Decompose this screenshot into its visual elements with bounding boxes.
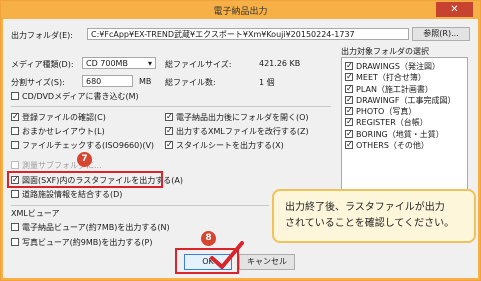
total-size-label: 総ファイルサイズ: — [165, 60, 232, 69]
checkbox-box — [345, 71, 353, 83]
step-badge-7: 7 — [77, 152, 92, 167]
checkbox-box — [11, 127, 19, 135]
confirm-files-checkbox[interactable]: 登録ファイルの確認(C) — [11, 111, 106, 123]
checkbox-box — [345, 105, 353, 116]
split-size-input[interactable]: 680 — [82, 75, 133, 87]
file-count-value: 1 個 — [259, 78, 275, 87]
stylesheet-checkbox[interactable]: スタイルシートを出力する(X) — [165, 139, 284, 151]
checkbox-box — [345, 83, 353, 94]
media-type-label: メディア種類(D): — [11, 60, 74, 69]
checkbox-box — [345, 139, 353, 150]
checkbox-box — [345, 60, 353, 71]
xml-newline-checkbox[interactable]: 出力するXMLファイルを改行する(Z) — [165, 125, 309, 137]
output-folder-label: 出力フォルダ(E): — [11, 31, 73, 40]
direct-write-checkbox[interactable]: CD/DVDメディアに書き込む(M) — [11, 91, 139, 102]
output-folder-input[interactable]: C:¥FcApp¥EX-TREND武蔵¥エクスポート¥Xm¥Kouji¥2015… — [87, 28, 409, 40]
checkbox-box — [11, 92, 19, 100]
close-icon: ✕ — [450, 4, 459, 15]
divider — [11, 106, 331, 107]
road-info-checkbox[interactable]: 道路施設情報を結合する(D) — [11, 189, 122, 200]
folder-item-boring[interactable]: BORING（地質・土質） — [342, 128, 467, 140]
checkbox-box — [165, 139, 173, 150]
electronic-viewer-checkbox[interactable]: 電子納品ビューア(約7MB)を出力する(N) — [11, 222, 170, 233]
checkbox-box — [11, 223, 19, 231]
checkbox-box — [11, 190, 19, 198]
checkbox-box — [11, 238, 19, 246]
auto-layout-checkbox[interactable]: おまかせレイアウト(L) — [11, 126, 105, 137]
folder-select-list: DRAWINGS（発注図） MEET（打合せ簿） PLAN（施工計画書） DRA… — [341, 57, 468, 195]
checkbox-box — [11, 161, 19, 169]
media-type-select[interactable]: CD 700MB ▾ — [82, 57, 156, 69]
chevron-down-icon: ▾ — [147, 59, 152, 68]
folder-item-photo[interactable]: PHOTO（写真） — [342, 105, 467, 117]
checkmark-icon — [210, 241, 244, 269]
browse-button[interactable]: 参照(R)... — [412, 27, 470, 41]
callout-line-2: されていることを確認してください。 — [285, 218, 455, 229]
divider — [11, 205, 269, 206]
folder-select-label: 出力対象フォルダの選択 — [341, 47, 429, 56]
checkbox-box — [345, 128, 353, 139]
checkbox-box — [165, 125, 173, 136]
open-folder-checkbox[interactable]: 電子納品出力後にフォルダを開く(O) — [165, 111, 309, 123]
title-bar: 電子納品出力 ✕ — [1, 1, 480, 19]
checkbox-box — [345, 116, 353, 128]
file-count-label: 総ファイル数: — [165, 78, 216, 87]
folder-item-others[interactable]: OTHERS（その他） — [342, 139, 467, 151]
folder-item-drawings[interactable]: DRAWINGS（発注図） — [342, 60, 467, 72]
checkbox-box — [165, 111, 173, 122]
photo-viewer-checkbox[interactable]: 写真ビューア(約9MB)を出力する(P) — [11, 237, 152, 248]
total-size-value: 421.26 KB — [259, 59, 301, 68]
xml-viewer-group-label: XMLビューア — [11, 209, 60, 218]
split-size-unit: MB — [139, 77, 152, 86]
callout-line-1: 出力終了後、ラスタファイルが出力 — [285, 202, 445, 213]
window-title: 電子納品出力 — [213, 7, 268, 17]
split-size-label: 分割サイズ(S): — [11, 78, 65, 87]
media-type-value: CD 700MB — [86, 59, 128, 68]
folder-item-plan[interactable]: PLAN（施工計画書） — [342, 83, 467, 95]
cancel-button[interactable]: キャンセル — [239, 254, 295, 270]
instruction-callout: 出力終了後、ラスタファイルが出力 されていることを確認してください。 — [272, 189, 476, 243]
checkbox-box — [11, 111, 19, 122]
folder-item-drawingf[interactable]: DRAWINGF（工事完成図） — [342, 94, 467, 106]
file-check-checkbox[interactable]: ファイルチェックする(ISO9660)(V) — [11, 140, 154, 151]
checkbox-box — [11, 141, 19, 149]
folder-item-register[interactable]: REGISTER（台帳） — [342, 116, 467, 128]
close-button[interactable]: ✕ — [436, 2, 473, 17]
folder-item-meet[interactable]: MEET（打合せ簿） — [342, 71, 467, 83]
raster-highlight-box — [7, 171, 163, 188]
checkbox-box — [345, 94, 353, 105]
